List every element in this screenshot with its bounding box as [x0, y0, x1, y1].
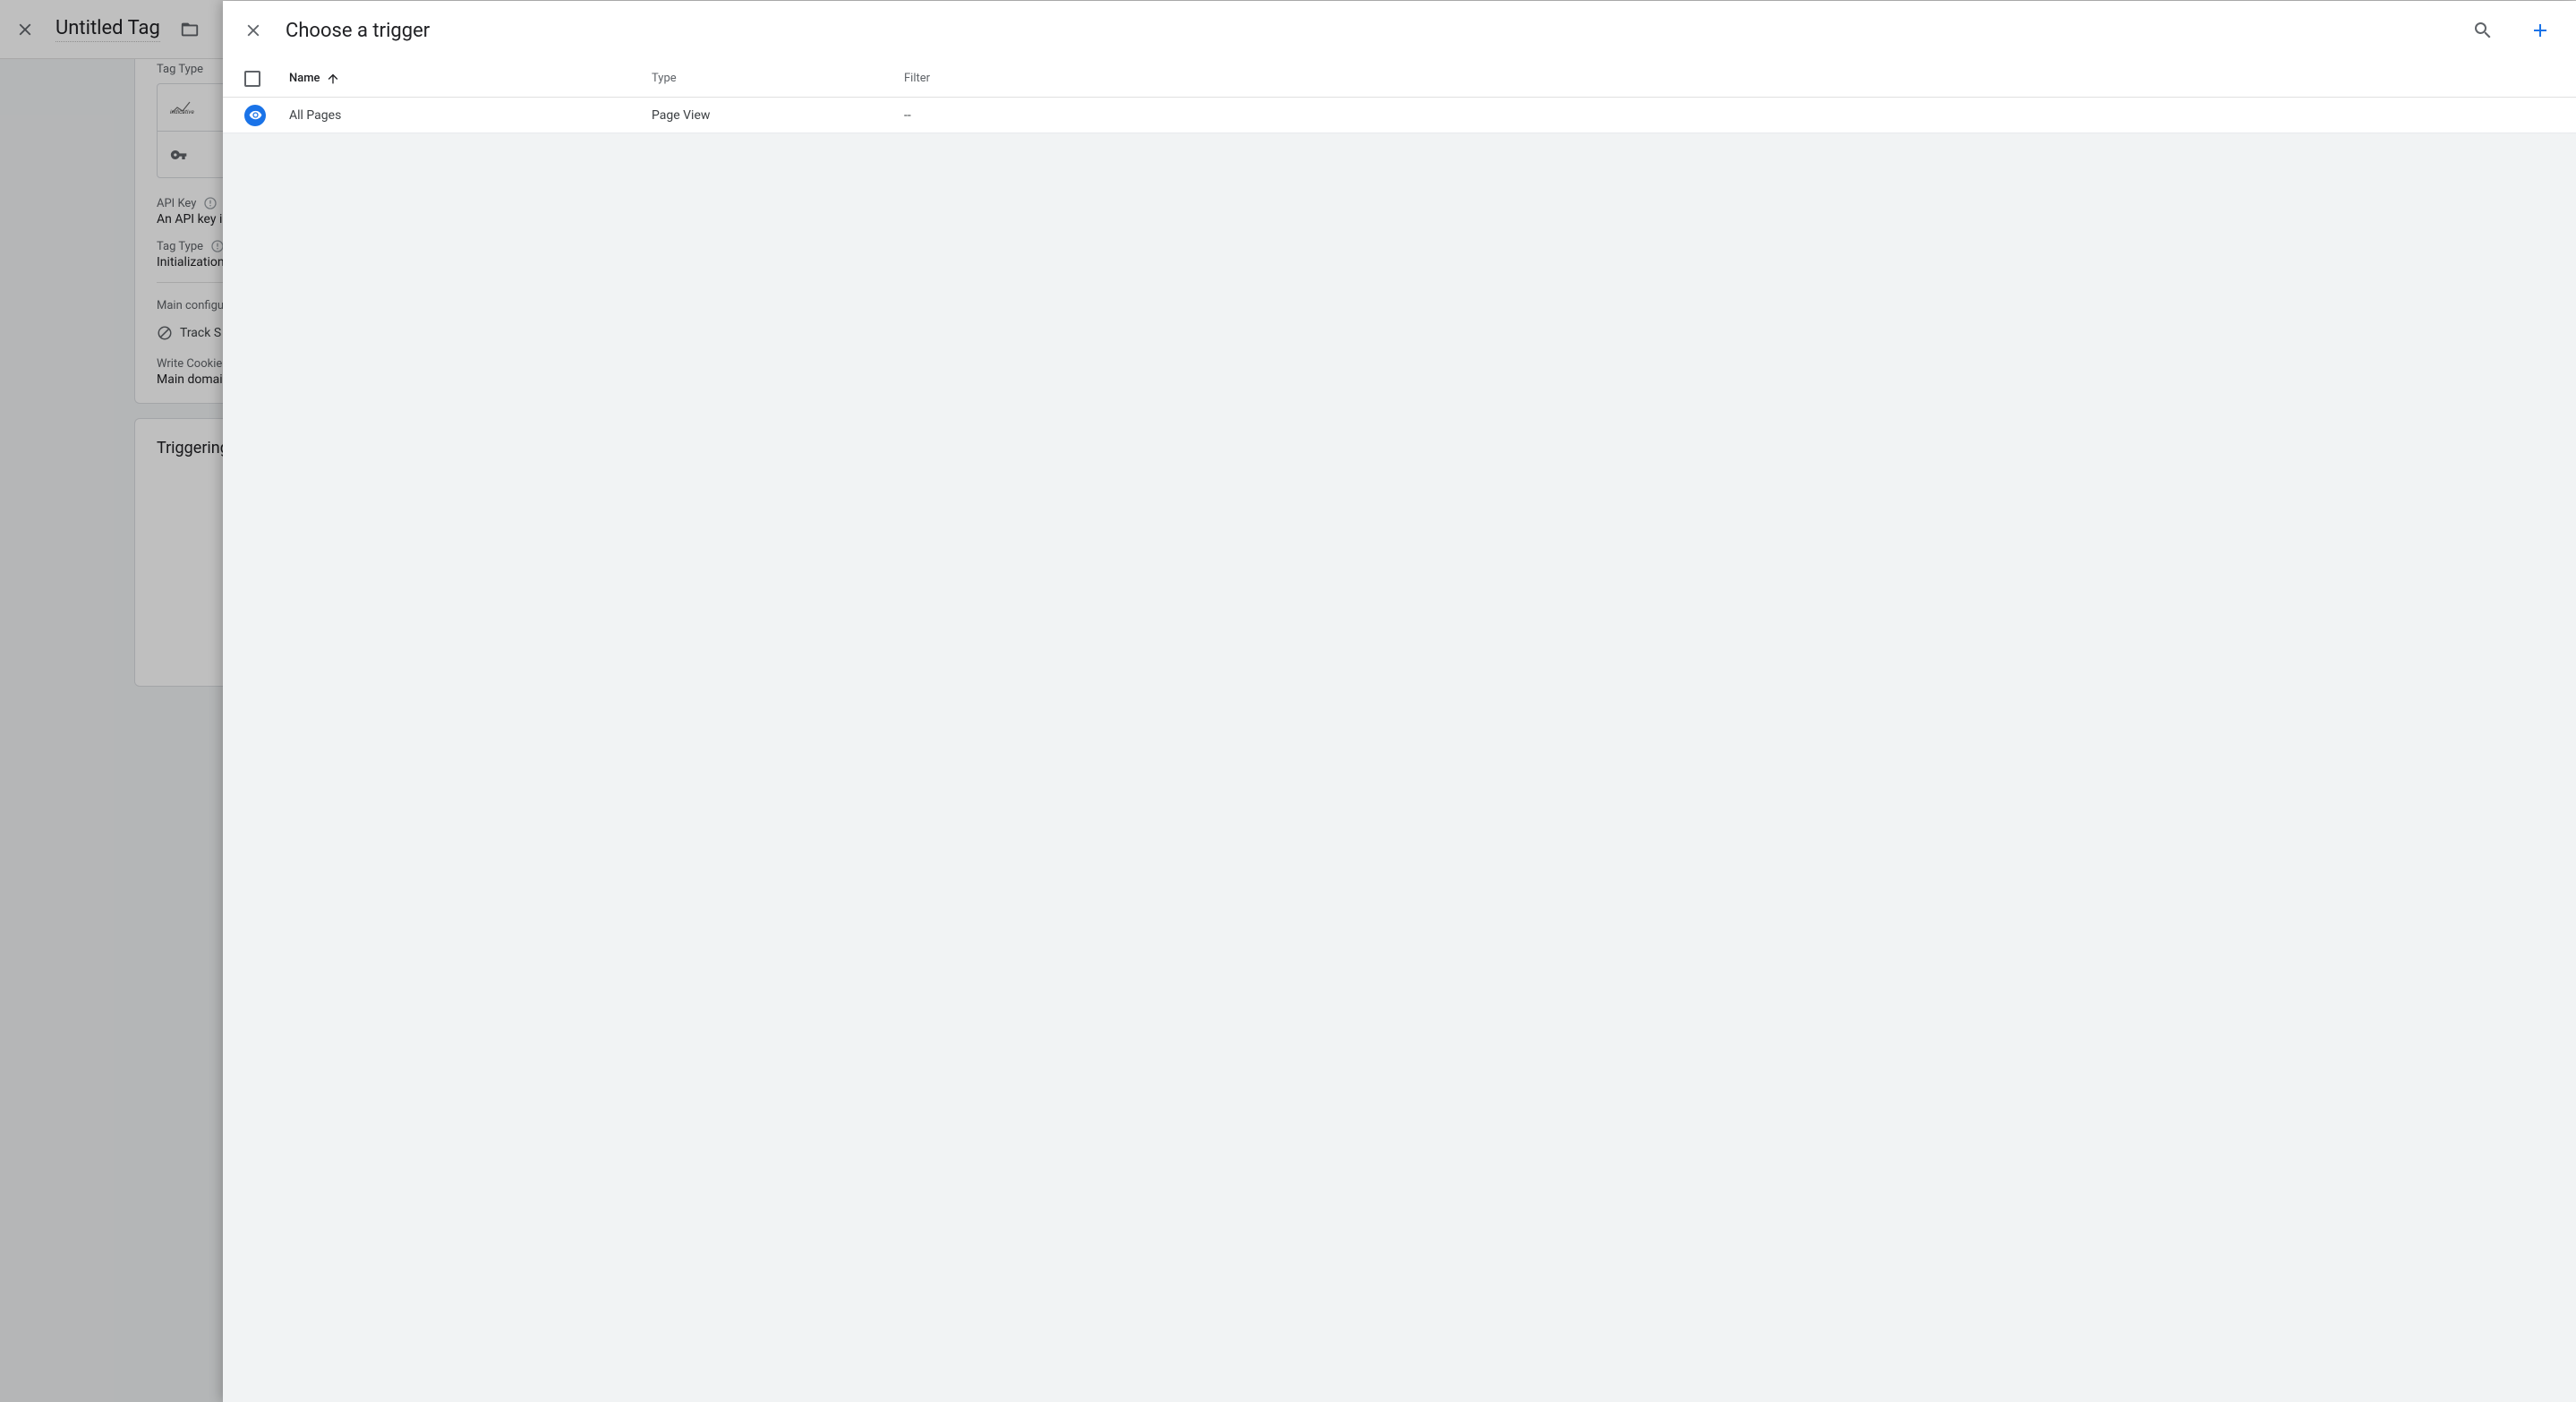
- choose-trigger-panel: Choose a trigger Name Type Filter: [223, 1, 2576, 1402]
- plus-icon: [2529, 20, 2551, 41]
- eye-icon: [249, 108, 262, 122]
- arrow-up-icon: [326, 72, 340, 86]
- select-all-checkbox[interactable]: [244, 71, 260, 87]
- page-view-trigger-icon: [244, 105, 266, 126]
- row-type: Page View: [652, 108, 904, 123]
- trigger-table: Name Type Filter All Pages Page View --: [223, 60, 2576, 133]
- row-icon-cell: [244, 105, 289, 126]
- column-header-type[interactable]: Type: [652, 72, 904, 85]
- search-button[interactable]: [2465, 13, 2501, 48]
- close-button[interactable]: [243, 20, 264, 41]
- trigger-row[interactable]: All Pages Page View --: [223, 98, 2576, 133]
- select-all-cell: [244, 71, 289, 87]
- column-header-name[interactable]: Name: [289, 72, 652, 86]
- row-filter: --: [904, 108, 2560, 123]
- row-name: All Pages: [289, 108, 652, 123]
- close-icon: [243, 21, 263, 40]
- panel-header: Choose a trigger: [223, 1, 2576, 60]
- table-header-row: Name Type Filter: [223, 60, 2576, 98]
- add-button[interactable]: [2522, 13, 2558, 48]
- panel-title: Choose a trigger: [286, 20, 2444, 42]
- search-icon: [2472, 20, 2494, 41]
- column-header-filter[interactable]: Filter: [904, 72, 2560, 85]
- panel-empty-area: [223, 133, 2576, 1402]
- column-header-name-label: Name: [289, 72, 320, 85]
